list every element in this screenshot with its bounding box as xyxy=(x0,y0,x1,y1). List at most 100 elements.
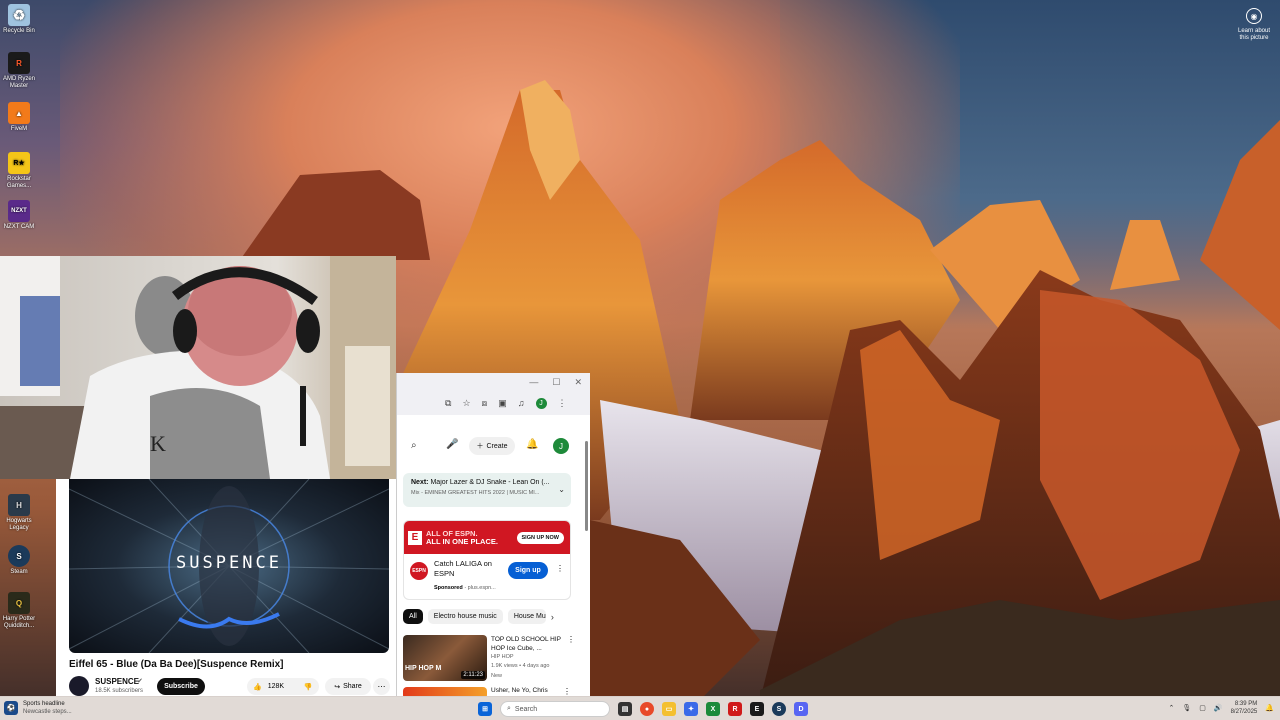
network-icon[interactable]: ▢ xyxy=(1199,704,1206,712)
page-scrollbar[interactable] xyxy=(585,441,588,531)
rockstar-taskbar-icon[interactable]: R xyxy=(728,702,742,716)
clock[interactable]: 8:39 PM 8/27/2025 xyxy=(1231,700,1258,716)
recommended-video[interactable]: HIP HOP M 2:11:23 TOP OLD SCHOOL HIP HOP… xyxy=(403,635,575,685)
media-control-icon[interactable]: ♫ xyxy=(518,398,525,408)
chevron-down-icon[interactable]: ⌄ xyxy=(558,485,565,494)
chrome-window: — ☐ ✕ ⧉ ☆ ⧈ ▣ ♫ J ⋮ ⌕ 🎤 ＋ Create 🔔 J Nex… xyxy=(396,373,590,696)
video-title: Eiffel 65 - Blue (Da Ba Dee)[Suspence Re… xyxy=(69,659,284,670)
xbox-icon[interactable]: X xyxy=(706,702,720,716)
taskbar-center: ⊞ ⌕ Search ▤ ● ▭ ✦ X R E S D xyxy=(478,701,808,717)
notifications-bell-icon[interactable]: 🔔 xyxy=(526,439,538,450)
file-explorer-icon[interactable]: ▭ xyxy=(662,702,676,716)
video-player[interactable]: SUSPENCE xyxy=(69,479,389,653)
bookmark-star-icon[interactable]: ☆ xyxy=(462,398,470,409)
cast-icon[interactable]: ⧉ xyxy=(445,398,451,409)
filter-chips: All Electro house music House Mu... › xyxy=(403,609,554,624)
fivem-icon: ▲ xyxy=(8,102,30,124)
share-icon: ↪ xyxy=(334,683,341,691)
steam-label: Steam xyxy=(10,569,28,575)
harry-potter-quidditch-shortcut[interactable]: Q Harry Potter Quidditch... xyxy=(2,592,36,630)
amd-ryzen-master-shortcut[interactable]: R AMD Ryzen Master xyxy=(2,52,36,90)
ad-domain: plus.espn... xyxy=(467,585,496,591)
up-next-label: Next: xyxy=(411,479,429,486)
youtube-watch-page: SUSPENCE Eiffel 65 - Blue (Da Ba Dee)[Su… xyxy=(56,479,396,696)
clock-time: 8:39 PM xyxy=(1234,701,1258,707)
search-icon[interactable]: ⌕ xyxy=(411,440,417,451)
close-icon[interactable]: ✕ xyxy=(574,377,582,388)
share-button[interactable]: ↪ Share xyxy=(325,678,371,695)
recycle-bin-shortcut[interactable]: ♻ Recycle Bin xyxy=(2,4,36,35)
account-avatar[interactable]: J xyxy=(553,438,569,454)
fivem-shortcut[interactable]: ▲ FiveM xyxy=(2,102,36,133)
taskbar-search[interactable]: ⌕ Search xyxy=(500,701,610,717)
steam-taskbar-icon[interactable]: S xyxy=(772,702,786,716)
news-widget[interactable]: ⚽ Sports headline Newcastle steps... xyxy=(4,700,72,716)
minimize-icon[interactable]: — xyxy=(529,377,538,387)
rec-more-icon[interactable]: ⋮ xyxy=(567,635,575,685)
up-next-card[interactable]: Next: Major Lazer & DJ Snake - Lean On (… xyxy=(403,473,571,507)
thumbs-down-icon: 👎 xyxy=(303,683,313,691)
chip-all[interactable]: All xyxy=(403,609,423,624)
create-button[interactable]: ＋ Create xyxy=(469,437,515,455)
browser-menu-icon[interactable]: ⋮ xyxy=(558,398,567,409)
create-label: Create xyxy=(486,442,508,450)
more-actions-button[interactable]: ⋯ xyxy=(373,678,390,695)
volume-icon[interactable]: 🔊 xyxy=(1214,704,1223,712)
chrome-taskbar-icon[interactable]: ● xyxy=(640,702,654,716)
channel-avatar[interactable] xyxy=(69,676,89,696)
rec-video-title: TOP OLD SCHOOL HIP HOP Ice Cube, ... xyxy=(491,636,561,652)
rockstar-games-shortcut[interactable]: R★ Rockstar Games... xyxy=(2,152,36,190)
extensions-icon[interactable]: ⧈ xyxy=(482,398,488,409)
show-hidden-icons-icon[interactable]: ⌃ xyxy=(1168,704,1174,712)
maximize-icon[interactable]: ☐ xyxy=(552,377,560,388)
svg-text:K: K xyxy=(150,431,166,456)
dislike-button[interactable]: 👎 xyxy=(297,678,319,695)
system-tray: ⌃ 🎙 ▢ 🔊 8:39 PM 8/27/2025 🔔 xyxy=(1168,700,1274,716)
chevron-right-icon[interactable]: › xyxy=(551,612,554,622)
steam-icon: S xyxy=(8,545,30,567)
video-thumbnail-2[interactable] xyxy=(403,687,487,696)
epic-games-icon[interactable]: E xyxy=(750,702,764,716)
plus-icon: ＋ xyxy=(476,443,484,450)
learn-about-picture[interactable]: ◉ Learn about this picture xyxy=(1236,8,1272,42)
recycle-bin-icon: ♻ xyxy=(8,4,30,26)
espn-avatar-icon: ESPN xyxy=(410,562,428,580)
nzxt-cam-shortcut[interactable]: NZXT NZXT CAM xyxy=(2,200,36,231)
browser-toolbar: ⧉ ☆ ⧈ ▣ ♫ J ⋮ xyxy=(397,391,590,415)
share-label: Share xyxy=(343,683,362,690)
recommended-video-2[interactable]: Usher, Ne Yo, Chris ⋮ xyxy=(403,687,575,696)
ad-more-icon[interactable]: ⋮ xyxy=(556,564,564,573)
microphone-tray-icon[interactable]: 🎙 xyxy=(1182,704,1191,712)
ad-banner-button[interactable]: SIGN UP NOW xyxy=(516,531,564,544)
clock-date: 8/27/2025 xyxy=(1230,709,1258,715)
taskbar: ⚽ Sports headline Newcastle steps... ⊞ ⌕… xyxy=(0,696,1280,720)
microphone-icon[interactable]: 🎤 xyxy=(446,439,458,450)
subscribe-button[interactable]: Subscribe xyxy=(157,678,205,695)
task-view-icon[interactable]: ▤ xyxy=(618,702,632,716)
rec-more-icon-2[interactable]: ⋮ xyxy=(563,687,571,696)
ad-banner: E ALL OF ESPN. ALL IN ONE PLACE. SIGN UP… xyxy=(404,521,570,554)
tab-search-icon[interactable]: ▣ xyxy=(498,398,507,409)
ad-signup-button[interactable]: Sign up xyxy=(508,562,548,579)
steam-shortcut[interactable]: S Steam xyxy=(2,545,36,576)
start-windows-icon[interactable]: ⊞ xyxy=(478,702,492,716)
discord-icon[interactable]: D xyxy=(794,702,808,716)
profile-avatar-icon[interactable]: J xyxy=(535,397,547,409)
up-next-title: Major Lazer & DJ Snake - Lean On (... xyxy=(430,479,550,486)
ad-headline-2: ALL IN ONE PLACE. xyxy=(426,536,498,546)
rockstar-games-label: Rockstar Games... xyxy=(6,176,32,189)
amd-ryzen-master-icon: R xyxy=(8,52,30,74)
chip-electro-house[interactable]: Electro house music xyxy=(427,609,503,624)
video-thumbnail[interactable]: HIP HOP M 2:11:23 xyxy=(403,635,487,681)
video-overlay-text: SUSPENCE xyxy=(176,553,282,573)
channel-name[interactable]: SUSPENCE xyxy=(95,677,139,686)
verified-icon: ✔ xyxy=(137,678,143,685)
camera-icon: ◉ xyxy=(1246,8,1262,24)
harry-potter-quidditch-label: Harry Potter Quidditch... xyxy=(2,616,36,629)
hogwarts-legacy-shortcut[interactable]: H Hogwarts Legacy xyxy=(2,494,36,532)
taskbar-search-placeholder: Search xyxy=(514,705,538,713)
copilot-icon[interactable]: ✦ xyxy=(684,702,698,716)
espn-ad[interactable]: E ALL OF ESPN. ALL IN ONE PLACE. SIGN UP… xyxy=(403,520,571,600)
notification-bell-icon[interactable]: 🔔 xyxy=(1265,704,1274,712)
chip-house-music[interactable]: House Mu... xyxy=(507,609,546,624)
